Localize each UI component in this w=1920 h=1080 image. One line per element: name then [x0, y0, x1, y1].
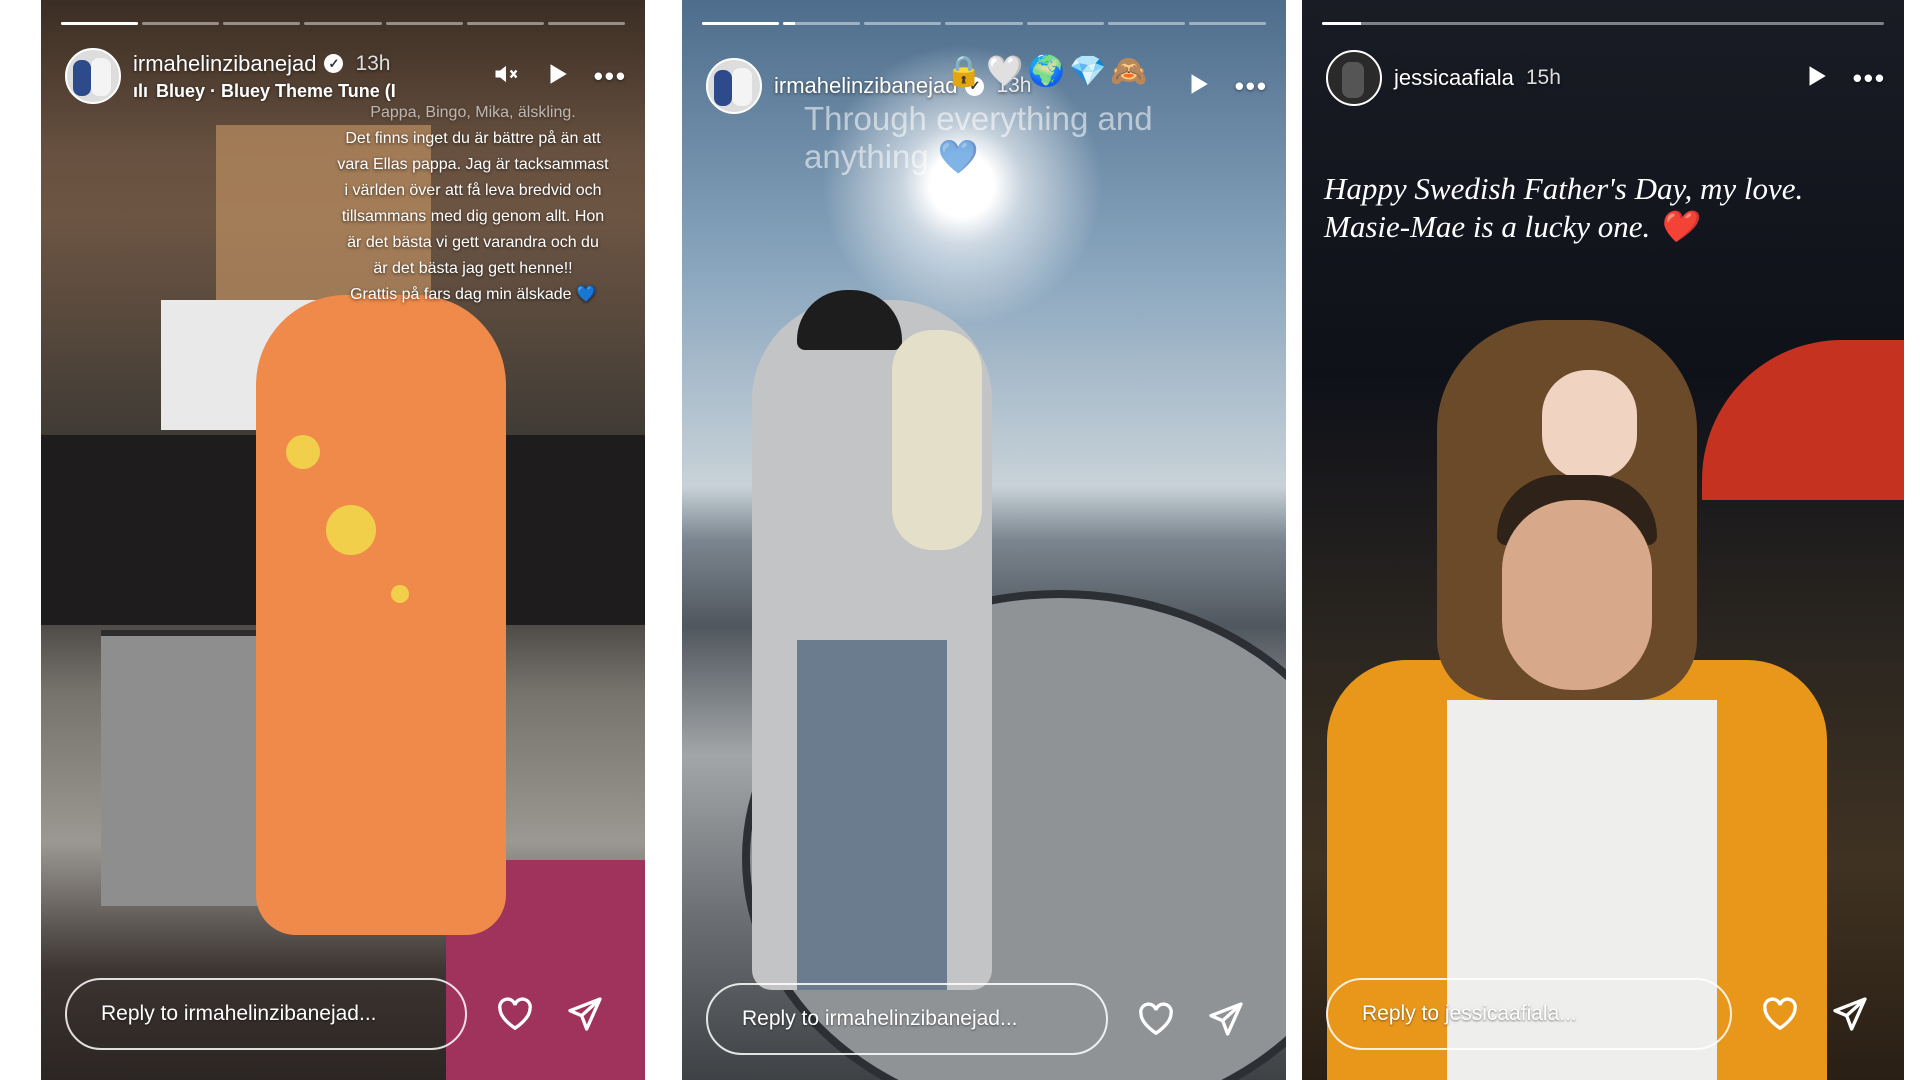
play-icon[interactable]: [544, 61, 570, 91]
avatar[interactable]: [1326, 50, 1382, 106]
progress-segment: [864, 22, 942, 25]
story-footer: Reply to jessicaafiala...: [1326, 975, 1880, 1053]
progress-fill: [1322, 22, 1362, 25]
caption-line: är det bästa vi gett varandra och du: [347, 234, 599, 251]
avatar-figure: [1342, 62, 1364, 98]
heart-icon[interactable]: [493, 992, 537, 1036]
progress-fill: [702, 22, 780, 25]
story-footer: Reply to irmahelinzibanejad...: [65, 975, 621, 1053]
progress-segment: [945, 22, 1023, 25]
progress-fill: [783, 22, 795, 25]
caption-line: vara Ellas pappa. Jag är tacksammast: [337, 156, 609, 173]
story-quote-text: Happy Swedish Father's Day, my love. Mas…: [1324, 170, 1884, 246]
music-track[interactable]: ılı Bluey · Bluey Theme Tune (I: [133, 81, 396, 102]
post-time: 15h: [1525, 66, 1561, 89]
progress-segment: [783, 22, 861, 25]
story-card-3[interactable]: jessicaafiala 15h ••• Happy Swedish Fath…: [1302, 0, 1904, 1080]
progress-segment: [1188, 22, 1266, 25]
story-progress-bar: [702, 22, 1266, 26]
story-header: irmahelinzibanejad ✓ 13h ılı Bluey · Blu…: [65, 46, 627, 106]
story-meta: irmahelinzibanejad ✓ 13h ılı Bluey · Blu…: [133, 51, 396, 102]
more-options-icon[interactable]: •••: [1853, 65, 1886, 91]
progress-segment: [547, 22, 625, 25]
reply-input[interactable]: Reply to irmahelinzibanejad...: [65, 978, 467, 1050]
reply-input[interactable]: Reply to irmahelinzibanejad...: [706, 983, 1108, 1055]
quote-line: Happy Swedish Father's Day, my love.: [1324, 171, 1804, 206]
progress-segment: [223, 22, 301, 25]
avatar-figure: [91, 58, 111, 96]
send-icon[interactable]: [563, 992, 607, 1036]
quote-line: Masie-Mae is a lucky one. ❤️: [1324, 209, 1697, 244]
story-card-1[interactable]: irmahelinzibanejad ✓ 13h ılı Bluey · Blu…: [41, 0, 645, 1080]
jeans: [797, 640, 947, 990]
post-time: 13h: [355, 51, 391, 75]
progress-segment: [385, 22, 463, 25]
avatar-figure: [73, 60, 91, 96]
music-bars-icon: ılı: [133, 80, 149, 101]
caption-line: är det bästa jag gett henne!!: [373, 260, 573, 277]
child-figure: [892, 330, 982, 550]
emoji-sticker: 🔒🤍🌍💎🙈: [945, 55, 1152, 88]
more-options-icon[interactable]: •••: [1235, 73, 1268, 99]
story-progress-bar: [1322, 22, 1884, 26]
avatar-figure: [714, 70, 732, 106]
progress-segment: [1107, 22, 1185, 25]
speaker-muted-icon[interactable]: [492, 60, 520, 92]
username[interactable]: irmahelinzibanejad: [774, 73, 957, 99]
story-progress-bar: [61, 22, 625, 26]
caption-line: i världen över att få leva bredvid och: [344, 182, 602, 199]
user-row: jessicaafiala 15h: [1394, 65, 1561, 91]
caption-line: Pappa, Bingo, Mika, älskling.: [370, 104, 576, 121]
story-card-2[interactable]: irmahelinzibanejad ✓ 13h ••• 🔒🤍🌍💎🙈 Throu…: [682, 0, 1286, 1080]
avatar[interactable]: [706, 58, 762, 114]
progress-segment: [61, 22, 139, 25]
progress-segment: [304, 22, 382, 25]
person-orange-costume: [256, 295, 506, 935]
caption-line: Grattis på fars dag min älskade 💙: [350, 286, 596, 303]
caption-line: tillsammans med dig genom allt. Hon: [341, 208, 605, 225]
music-track-label: Bluey · Bluey Theme Tune (I: [156, 80, 396, 101]
reply-input[interactable]: Reply to jessicaafiala...: [1326, 978, 1732, 1050]
caption-line: Det finns inget du är bättre på än att: [345, 130, 601, 147]
verified-badge-icon: ✓: [324, 54, 344, 73]
username[interactable]: irmahelinzibanejad: [133, 51, 316, 77]
story-caption: Pappa, Bingo, Mika, älskling. Det finns …: [323, 100, 623, 308]
play-icon[interactable]: [1803, 63, 1829, 93]
heart-icon[interactable]: [1134, 997, 1178, 1041]
more-options-icon[interactable]: •••: [594, 63, 627, 89]
user-row: irmahelinzibanejad ✓ 13h: [133, 51, 396, 77]
costume-spot: [326, 505, 376, 555]
send-icon[interactable]: [1828, 992, 1872, 1036]
costume-spot: [391, 585, 409, 603]
progress-fill: [61, 22, 139, 25]
avatar-figure: [732, 68, 752, 106]
story-header: jessicaafiala 15h •••: [1326, 48, 1886, 108]
progress-segment: [142, 22, 220, 25]
story-overlay-text: Through everything and anything 💙: [804, 100, 1153, 175]
send-icon[interactable]: [1204, 997, 1248, 1041]
story-meta: jessicaafiala 15h: [1394, 65, 1561, 91]
story-footer: Reply to irmahelinzibanejad...: [706, 980, 1262, 1058]
username[interactable]: jessicaafiala: [1394, 65, 1514, 91]
progress-segment: [702, 22, 780, 25]
progress-segment: [1322, 22, 1884, 25]
costume-spot: [286, 435, 320, 469]
avatar[interactable]: [65, 48, 121, 104]
child-face: [1542, 370, 1637, 480]
progress-segment: [1026, 22, 1104, 25]
progress-segment: [466, 22, 544, 25]
play-icon[interactable]: [1185, 71, 1211, 101]
heart-icon[interactable]: [1758, 992, 1802, 1036]
father-face: [1502, 500, 1652, 690]
